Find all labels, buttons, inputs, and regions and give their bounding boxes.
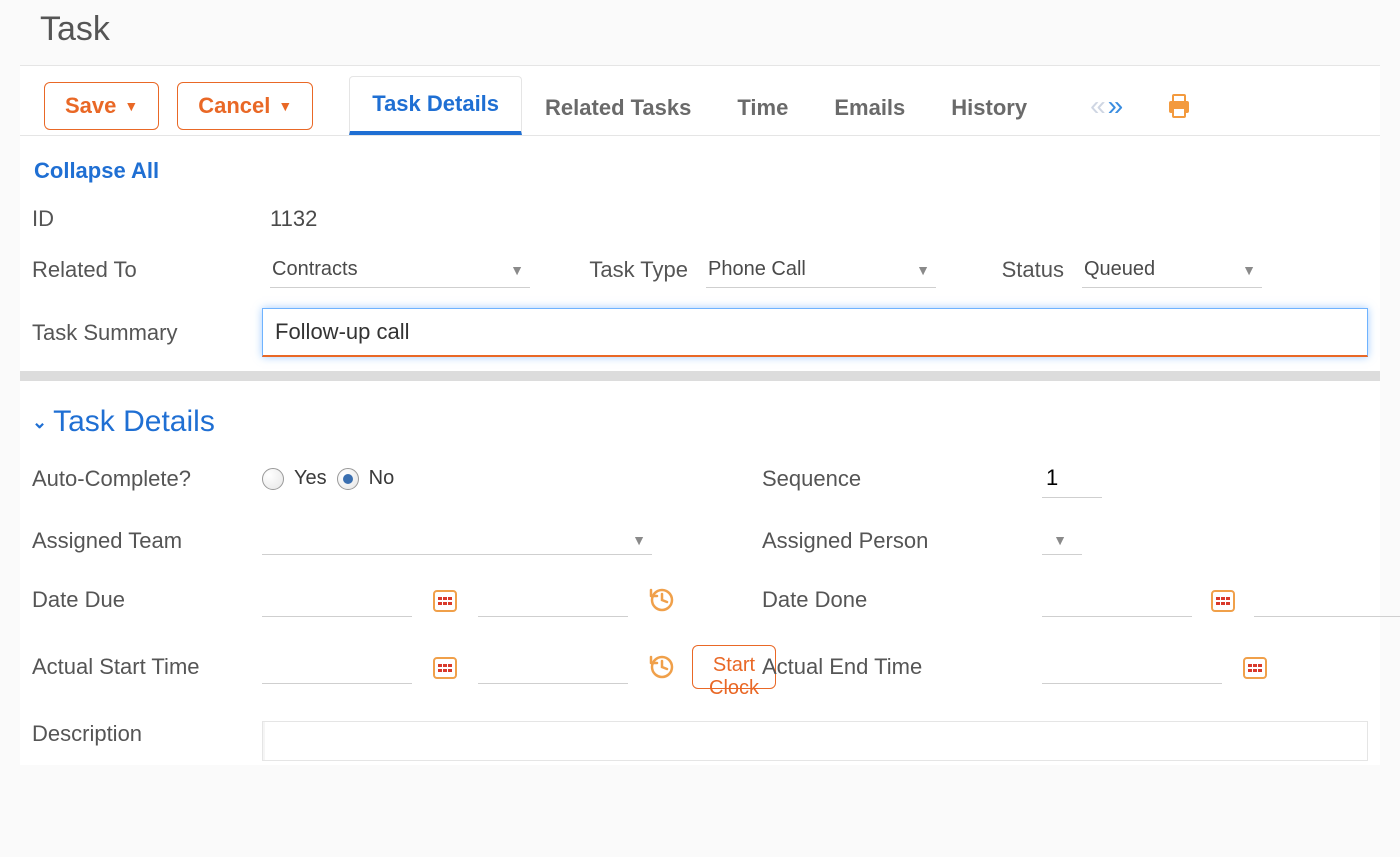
sequence-label: Sequence bbox=[762, 466, 1042, 492]
section-title: Task Details bbox=[53, 405, 215, 439]
row-meta: Related To Contracts ▼ Task Type Phone C… bbox=[32, 242, 1368, 298]
date-due-label: Date Due bbox=[32, 587, 262, 613]
task-type-value: Phone Call bbox=[708, 258, 806, 281]
date-due-time-input[interactable] bbox=[478, 583, 628, 617]
calendar-icon[interactable] bbox=[1240, 652, 1270, 682]
arrow-left-icon[interactable]: « bbox=[1090, 90, 1106, 122]
row-description: Description bbox=[32, 705, 1368, 761]
description-textarea[interactable] bbox=[262, 721, 1368, 761]
tab-task-details[interactable]: Task Details bbox=[349, 76, 522, 135]
radio-yes-label: Yes bbox=[294, 467, 327, 490]
panel-content: Collapse All ID 1132 Related To Contract… bbox=[20, 136, 1380, 765]
actual-end-date-input[interactable] bbox=[1042, 650, 1222, 684]
date-done-time-input[interactable] bbox=[1254, 583, 1400, 617]
description-label: Description bbox=[32, 721, 262, 747]
task-type-select[interactable]: Phone Call ▼ bbox=[706, 252, 936, 288]
chevron-down-icon: ▼ bbox=[632, 532, 646, 548]
related-to-label: Related To bbox=[32, 257, 262, 283]
tab-emails[interactable]: Emails bbox=[811, 80, 928, 135]
status-value: Queued bbox=[1084, 258, 1155, 281]
save-button[interactable]: Save ▼ bbox=[44, 82, 159, 130]
task-type-label: Task Type bbox=[538, 257, 698, 283]
collapse-all-link[interactable]: Collapse All bbox=[32, 152, 161, 196]
date-due-field bbox=[262, 583, 692, 617]
action-button-group: Save ▼ Cancel ▼ bbox=[44, 82, 333, 130]
cancel-button[interactable]: Cancel ▼ bbox=[177, 82, 313, 130]
page-title: Task bbox=[0, 0, 1400, 65]
related-to-select[interactable]: Contracts ▼ bbox=[270, 252, 530, 288]
date-done-label: Date Done bbox=[762, 587, 1042, 613]
chevron-down-icon: ▼ bbox=[510, 262, 524, 278]
chevron-down-icon: ▼ bbox=[916, 262, 930, 278]
id-value: 1132 bbox=[270, 206, 1368, 232]
status-select[interactable]: Queued ▼ bbox=[1082, 252, 1262, 288]
chevron-down-icon: ▼ bbox=[278, 98, 292, 114]
tab-history[interactable]: History bbox=[928, 80, 1050, 135]
cancel-button-label: Cancel bbox=[198, 93, 270, 119]
details-grid: Auto-Complete? Yes No Sequence Assigned … bbox=[32, 459, 1368, 705]
toolbar: Save ▼ Cancel ▼ Task Details Related Tas… bbox=[20, 66, 1380, 136]
chevron-down-icon: ⌄ bbox=[32, 412, 47, 433]
date-done-field bbox=[1042, 583, 1372, 617]
section-separator bbox=[20, 371, 1380, 381]
tab-bar: Task Details Related Tasks Time Emails H… bbox=[349, 76, 1050, 135]
row-summary: Task Summary bbox=[32, 298, 1368, 371]
actual-end-label: Actual End Time bbox=[762, 654, 1042, 680]
clock-history-icon[interactable] bbox=[646, 652, 676, 682]
tab-time[interactable]: Time bbox=[714, 80, 811, 135]
sequence-input[interactable] bbox=[1042, 459, 1102, 498]
chevron-down-icon: ▼ bbox=[1242, 262, 1256, 278]
id-label: ID bbox=[32, 206, 262, 232]
actual-start-time-input[interactable] bbox=[478, 650, 628, 684]
auto-complete-label: Auto-Complete? bbox=[32, 466, 262, 492]
row-id: ID 1132 bbox=[32, 196, 1368, 242]
calendar-icon[interactable] bbox=[1210, 585, 1236, 615]
task-panel: Save ▼ Cancel ▼ Task Details Related Tas… bbox=[20, 65, 1380, 765]
actual-start-label: Actual Start Time bbox=[32, 654, 262, 680]
date-done-date-input[interactable] bbox=[1042, 583, 1192, 617]
actual-end-field bbox=[1042, 650, 1372, 684]
calendar-icon[interactable] bbox=[430, 585, 460, 615]
radio-no-label: No bbox=[369, 467, 395, 490]
arrow-right-icon[interactable]: » bbox=[1108, 90, 1124, 122]
task-summary-input[interactable] bbox=[262, 308, 1368, 357]
auto-complete-radiogroup: Yes No bbox=[262, 467, 692, 490]
radio-yes[interactable] bbox=[262, 468, 284, 490]
assigned-team-select[interactable]: ▼ bbox=[262, 526, 652, 555]
radio-no[interactable] bbox=[337, 468, 359, 490]
clock-history-icon[interactable] bbox=[646, 585, 676, 615]
print-icon[interactable] bbox=[1163, 90, 1195, 122]
assigned-person-label: Assigned Person bbox=[762, 528, 1042, 554]
calendar-icon[interactable] bbox=[430, 652, 460, 682]
save-button-label: Save bbox=[65, 93, 116, 119]
actual-start-field bbox=[262, 650, 692, 684]
assigned-team-label: Assigned Team bbox=[32, 528, 262, 554]
task-summary-label: Task Summary bbox=[32, 320, 262, 346]
section-header-task-details[interactable]: ⌄ Task Details bbox=[32, 381, 1368, 459]
tab-related-tasks[interactable]: Related Tasks bbox=[522, 80, 714, 135]
chevron-down-icon: ▼ bbox=[1053, 532, 1067, 548]
chevron-down-icon: ▼ bbox=[124, 98, 138, 114]
related-to-value: Contracts bbox=[272, 258, 358, 281]
date-due-date-input[interactable] bbox=[262, 583, 412, 617]
actual-start-date-input[interactable] bbox=[262, 650, 412, 684]
assigned-person-select[interactable]: ▼ bbox=[1042, 526, 1082, 555]
tab-scroll-arrows: « » bbox=[1066, 90, 1147, 122]
status-label: Status bbox=[944, 257, 1074, 283]
